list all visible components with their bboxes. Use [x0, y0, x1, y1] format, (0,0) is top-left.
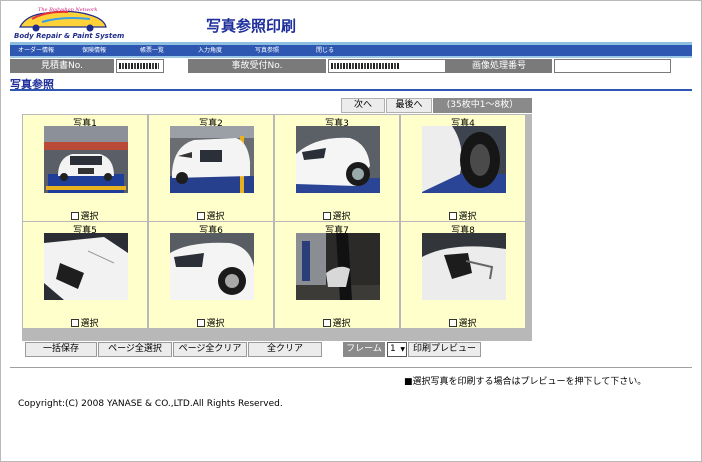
select-checkbox[interactable] [197, 319, 206, 327]
estimate-no-field[interactable] [116, 59, 164, 73]
bulk-save-button[interactable]: 一括保存 [25, 342, 97, 357]
select-label: 選択 [206, 319, 225, 329]
frame-select-value: 1 [390, 344, 396, 354]
photo-thumbnail[interactable] [170, 233, 254, 300]
select-checkbox[interactable] [71, 212, 80, 220]
logo-tagline: The Bodyshop Network [38, 7, 98, 13]
print-preview-button[interactable]: 印刷プレビュー [408, 342, 481, 357]
select-checkbox[interactable] [71, 319, 80, 327]
accident-no-field[interactable] [328, 59, 446, 73]
select-page-button[interactable]: ページ全選択 [98, 342, 172, 357]
page-title: 写真参照印刷 [206, 17, 297, 35]
nav-item-close[interactable]: 閉じる [316, 45, 334, 56]
photo-cell: 写真3 選択 [275, 115, 399, 222]
nav-item-report-list[interactable]: 帳票一覧 [140, 45, 164, 56]
last-button[interactable]: 最後へ [386, 98, 432, 113]
photo-cell: 写真4 選択 [401, 115, 525, 222]
select-checkbox[interactable] [197, 212, 206, 220]
frame-select[interactable]: 1 ▼ [387, 342, 407, 357]
photo-cell: 写真1 選択 [23, 115, 147, 222]
redacted-value [119, 63, 159, 69]
copyright: Copyright:(C) 2008 YANASE & CO.,LTD.All … [18, 399, 283, 409]
photo-thumbnail[interactable] [296, 126, 380, 193]
select-label: 選択 [332, 319, 351, 329]
select-label: 選択 [458, 319, 477, 329]
photo-cell: 写真5 選択 [23, 222, 147, 329]
photo-select: 選択 [401, 209, 525, 222]
photo-cell: 写真2 選択 [149, 115, 273, 222]
nav-bottom-rule [10, 56, 692, 58]
select-label: 選択 [80, 319, 99, 329]
photo-thumbnail[interactable] [296, 233, 380, 300]
photo-thumbnail[interactable] [44, 233, 128, 300]
photo-select: 選択 [149, 316, 273, 329]
photo-cell: 写真8 選択 [401, 222, 525, 329]
select-checkbox[interactable] [323, 212, 332, 220]
footer-rule [10, 367, 692, 368]
photo-grid: 写真1 選択 写真2 選択 写真3 選択 写真4 選択 写真5 選択 写真6 選… [22, 114, 532, 341]
nav-item-insurance-info[interactable]: 保険情報 [82, 45, 106, 56]
select-checkbox[interactable] [323, 319, 332, 327]
page-count: (35枚中1～8枚） [433, 98, 532, 113]
select-label: 選択 [332, 212, 351, 222]
nav-item-order-info[interactable]: オーダー情報 [18, 45, 54, 56]
photo-select: 選択 [23, 209, 147, 222]
estimate-no-label: 見積書No. [10, 59, 114, 73]
clear-all-button[interactable]: 全クリア [248, 342, 322, 357]
photo-cell: 写真6 選択 [149, 222, 273, 329]
accident-no-label: 事故受付No. [188, 59, 326, 73]
main-nav: オーダー情報 保険情報 帳票一覧 入力角度 写真参照 閉じる [10, 45, 692, 56]
photo-thumbnail[interactable] [170, 126, 254, 193]
next-button[interactable]: 次へ [341, 98, 385, 113]
nav-item-photo-reference[interactable]: 写真参照 [255, 45, 279, 56]
section-rule [10, 89, 692, 91]
photo-thumbnail[interactable] [44, 126, 128, 193]
photo-select: 選択 [275, 209, 399, 222]
select-label: 選択 [458, 212, 477, 222]
photo-select: 選択 [401, 316, 525, 329]
photo-select: 選択 [275, 316, 399, 329]
photo-thumbnail[interactable] [422, 233, 506, 300]
photo-thumbnail[interactable] [422, 126, 506, 193]
image-no-label: 画像処理番号 [446, 59, 552, 73]
preview-note: ■選択写真を印刷する場合はプレビューを押下して下さい。 [404, 377, 647, 387]
chevron-down-icon: ▼ [400, 346, 405, 353]
select-checkbox[interactable] [449, 212, 458, 220]
redacted-value [331, 63, 399, 69]
photo-select: 選択 [23, 316, 147, 329]
app-logo: The Bodyshop Network Body Repair & Paint… [12, 5, 124, 41]
photo-cell: 写真7 選択 [275, 222, 399, 329]
nav-item-input-angle[interactable]: 入力角度 [198, 45, 222, 56]
select-label: 選択 [80, 212, 99, 222]
select-checkbox[interactable] [449, 319, 458, 327]
select-label: 選択 [206, 212, 225, 222]
photo-select: 選択 [149, 209, 273, 222]
frame-label: フレーム [343, 342, 385, 357]
image-no-field[interactable] [554, 59, 671, 73]
clear-page-button[interactable]: ページ全クリア [173, 342, 247, 357]
logo-brand: Body Repair & Paint System [14, 32, 125, 40]
